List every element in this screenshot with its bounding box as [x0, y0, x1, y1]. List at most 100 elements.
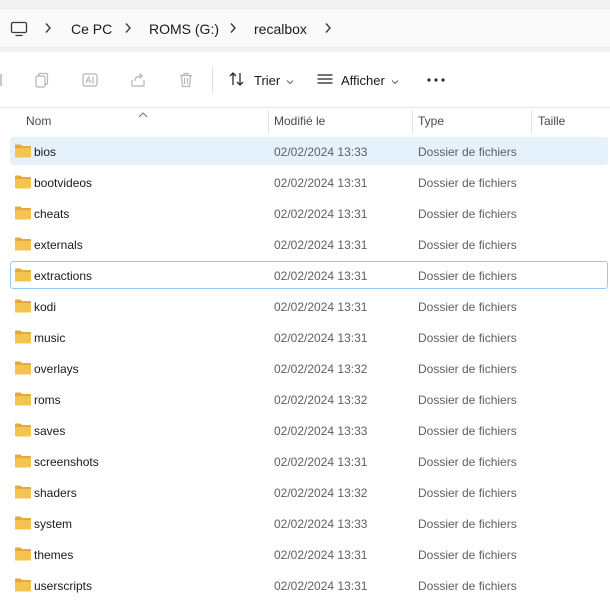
file-name: shaders [34, 486, 77, 500]
folder-icon [14, 236, 32, 252]
copy-icon[interactable] [32, 70, 52, 90]
file-type: Dossier de fichiers [418, 331, 517, 345]
folder-icon [14, 298, 32, 314]
file-modified: 02/02/2024 13:31 [274, 579, 368, 593]
file-name: kodi [34, 300, 57, 314]
folder-icon [14, 515, 32, 531]
more-options-icon[interactable] [424, 70, 448, 90]
command-bar: Trier Afficher [0, 52, 610, 108]
rename-icon[interactable] [80, 70, 100, 90]
folder-icon [14, 391, 32, 407]
column-headers: Nom Modifié le Type Taille [0, 108, 610, 136]
delete-icon[interactable] [176, 70, 196, 90]
file-row[interactable]: bootvideos 02/02/2024 13:31 Dossier de fic… [10, 168, 608, 196]
chevron-right-icon[interactable] [322, 21, 334, 35]
file-row[interactable]: cheats 02/02/2024 13:31 Dossier de fichier… [10, 199, 608, 227]
column-header-type[interactable]: Type [412, 108, 532, 136]
file-type: Dossier de fichiers [418, 517, 517, 531]
file-row[interactable]: overlays 02/02/2024 13:32 Dossier de fichi… [10, 354, 608, 382]
folder-icon [14, 422, 32, 438]
file-type: Dossier de fichiers [418, 300, 517, 314]
file-modified: 02/02/2024 13:31 [274, 176, 368, 190]
sort-button-label: Trier [254, 72, 281, 88]
file-name: saves [34, 424, 66, 438]
file-modified: 02/02/2024 13:31 [274, 455, 368, 469]
file-row[interactable]: saves 02/02/2024 13:33 Dossier de fichiers [10, 416, 608, 444]
chevron-down-icon [391, 73, 399, 88]
chevron-right-icon[interactable] [122, 21, 134, 35]
address-bar: Ce PC ROMS (G:) recalbox [0, 0, 610, 52]
file-modified: 02/02/2024 13:31 [274, 207, 368, 221]
file-list: bios 02/02/2024 13:33 Dossier de fichiers b… [0, 137, 610, 607]
folder-icon [14, 577, 32, 593]
file-modified: 02/02/2024 13:33 [274, 424, 368, 438]
column-header-name[interactable]: Nom [20, 108, 268, 136]
file-modified: 02/02/2024 13:31 [274, 331, 368, 345]
file-modified: 02/02/2024 13:32 [274, 362, 368, 376]
computer-icon[interactable] [10, 20, 28, 38]
folder-icon [14, 267, 32, 283]
folder-icon [14, 174, 32, 190]
file-name: userscripts [34, 579, 93, 593]
file-type: Dossier de fichiers [418, 424, 517, 438]
file-row[interactable]: roms 02/02/2024 13:32 Dossier de fichiers [10, 385, 608, 413]
file-type: Dossier de fichiers [418, 238, 517, 252]
file-name: screenshots [34, 455, 99, 469]
file-type: Dossier de fichiers [418, 393, 517, 407]
file-modified: 02/02/2024 13:32 [274, 486, 368, 500]
chevron-right-icon[interactable] [227, 21, 239, 35]
file-modified: 02/02/2024 13:31 [274, 300, 368, 314]
folder-icon [14, 205, 32, 221]
breadcrumb[interactable]: Ce PC ROMS (G:) recalbox [0, 8, 610, 48]
breadcrumb-item-ce-pc[interactable]: Ce PC [71, 20, 112, 38]
file-type: Dossier de fichiers [418, 579, 517, 593]
chevron-down-icon [286, 73, 294, 88]
folder-icon [14, 453, 32, 469]
folder-icon [14, 329, 32, 345]
folder-icon [14, 484, 32, 500]
file-name: externals [34, 238, 83, 252]
folder-icon [14, 360, 32, 376]
file-row[interactable]: shaders 02/02/2024 13:32 Dossier de fichie… [10, 478, 608, 506]
file-type: Dossier de fichiers [418, 548, 517, 562]
sort-button[interactable]: Trier [228, 68, 294, 92]
file-name: bios [34, 145, 57, 159]
column-header-modified[interactable]: Modifié le [268, 108, 412, 136]
file-type: Dossier de fichiers [418, 207, 517, 221]
column-header-size[interactable]: Taille [532, 108, 610, 136]
share-icon[interactable] [128, 70, 148, 90]
breadcrumb-item-roms-drive[interactable]: ROMS (G:) [149, 20, 219, 38]
file-type: Dossier de fichiers [418, 486, 517, 500]
file-row[interactable]: screenshots 02/02/2024 13:31 Dossier de fi… [10, 447, 608, 475]
file-type: Dossier de fichiers [418, 176, 517, 190]
file-name: bootvideos [34, 176, 93, 190]
file-name: roms [34, 393, 61, 407]
file-modified: 02/02/2024 13:33 [274, 145, 368, 159]
view-button[interactable]: Afficher [316, 68, 399, 92]
file-type: Dossier de fichiers [418, 269, 517, 283]
file-row[interactable]: themes 02/02/2024 13:31 Dossier de fichier… [10, 540, 608, 568]
file-row[interactable]: extractions 02/02/2024 13:31 Dossier de fi… [10, 261, 608, 289]
file-row[interactable]: bios 02/02/2024 13:33 Dossier de fichiers [10, 137, 608, 165]
file-row[interactable]: system 02/02/2024 13:33 Dossier de fichier… [10, 509, 608, 537]
file-name: themes [34, 548, 74, 562]
sort-icon [228, 70, 246, 91]
file-row[interactable]: music 02/02/2024 13:31 Dossier de fichiers [10, 323, 608, 351]
file-modified: 02/02/2024 13:32 [274, 393, 368, 407]
view-button-label: Afficher [341, 72, 385, 88]
folder-icon [14, 546, 32, 562]
file-modified: 02/02/2024 13:33 [274, 517, 368, 531]
file-row[interactable]: userscripts 02/02/2024 13:31 Dossier de fi… [10, 571, 608, 599]
file-type: Dossier de fichiers [418, 145, 517, 159]
file-modified: 02/02/2024 13:31 [274, 269, 368, 283]
file-name: overlays [34, 362, 79, 376]
file-row[interactable]: kodi 02/02/2024 13:31 Dossier de fichiers [10, 292, 608, 320]
breadcrumb-item-recalbox[interactable]: recalbox [254, 20, 307, 38]
toolbar-divider [212, 66, 213, 94]
file-type: Dossier de fichiers [418, 362, 517, 376]
file-row[interactable]: externals 02/02/2024 13:31 Dossier de fich… [10, 230, 608, 258]
file-name: music [34, 331, 66, 345]
folder-icon [14, 143, 32, 159]
chevron-right-icon[interactable] [42, 21, 54, 35]
file-name: extractions [34, 269, 93, 283]
